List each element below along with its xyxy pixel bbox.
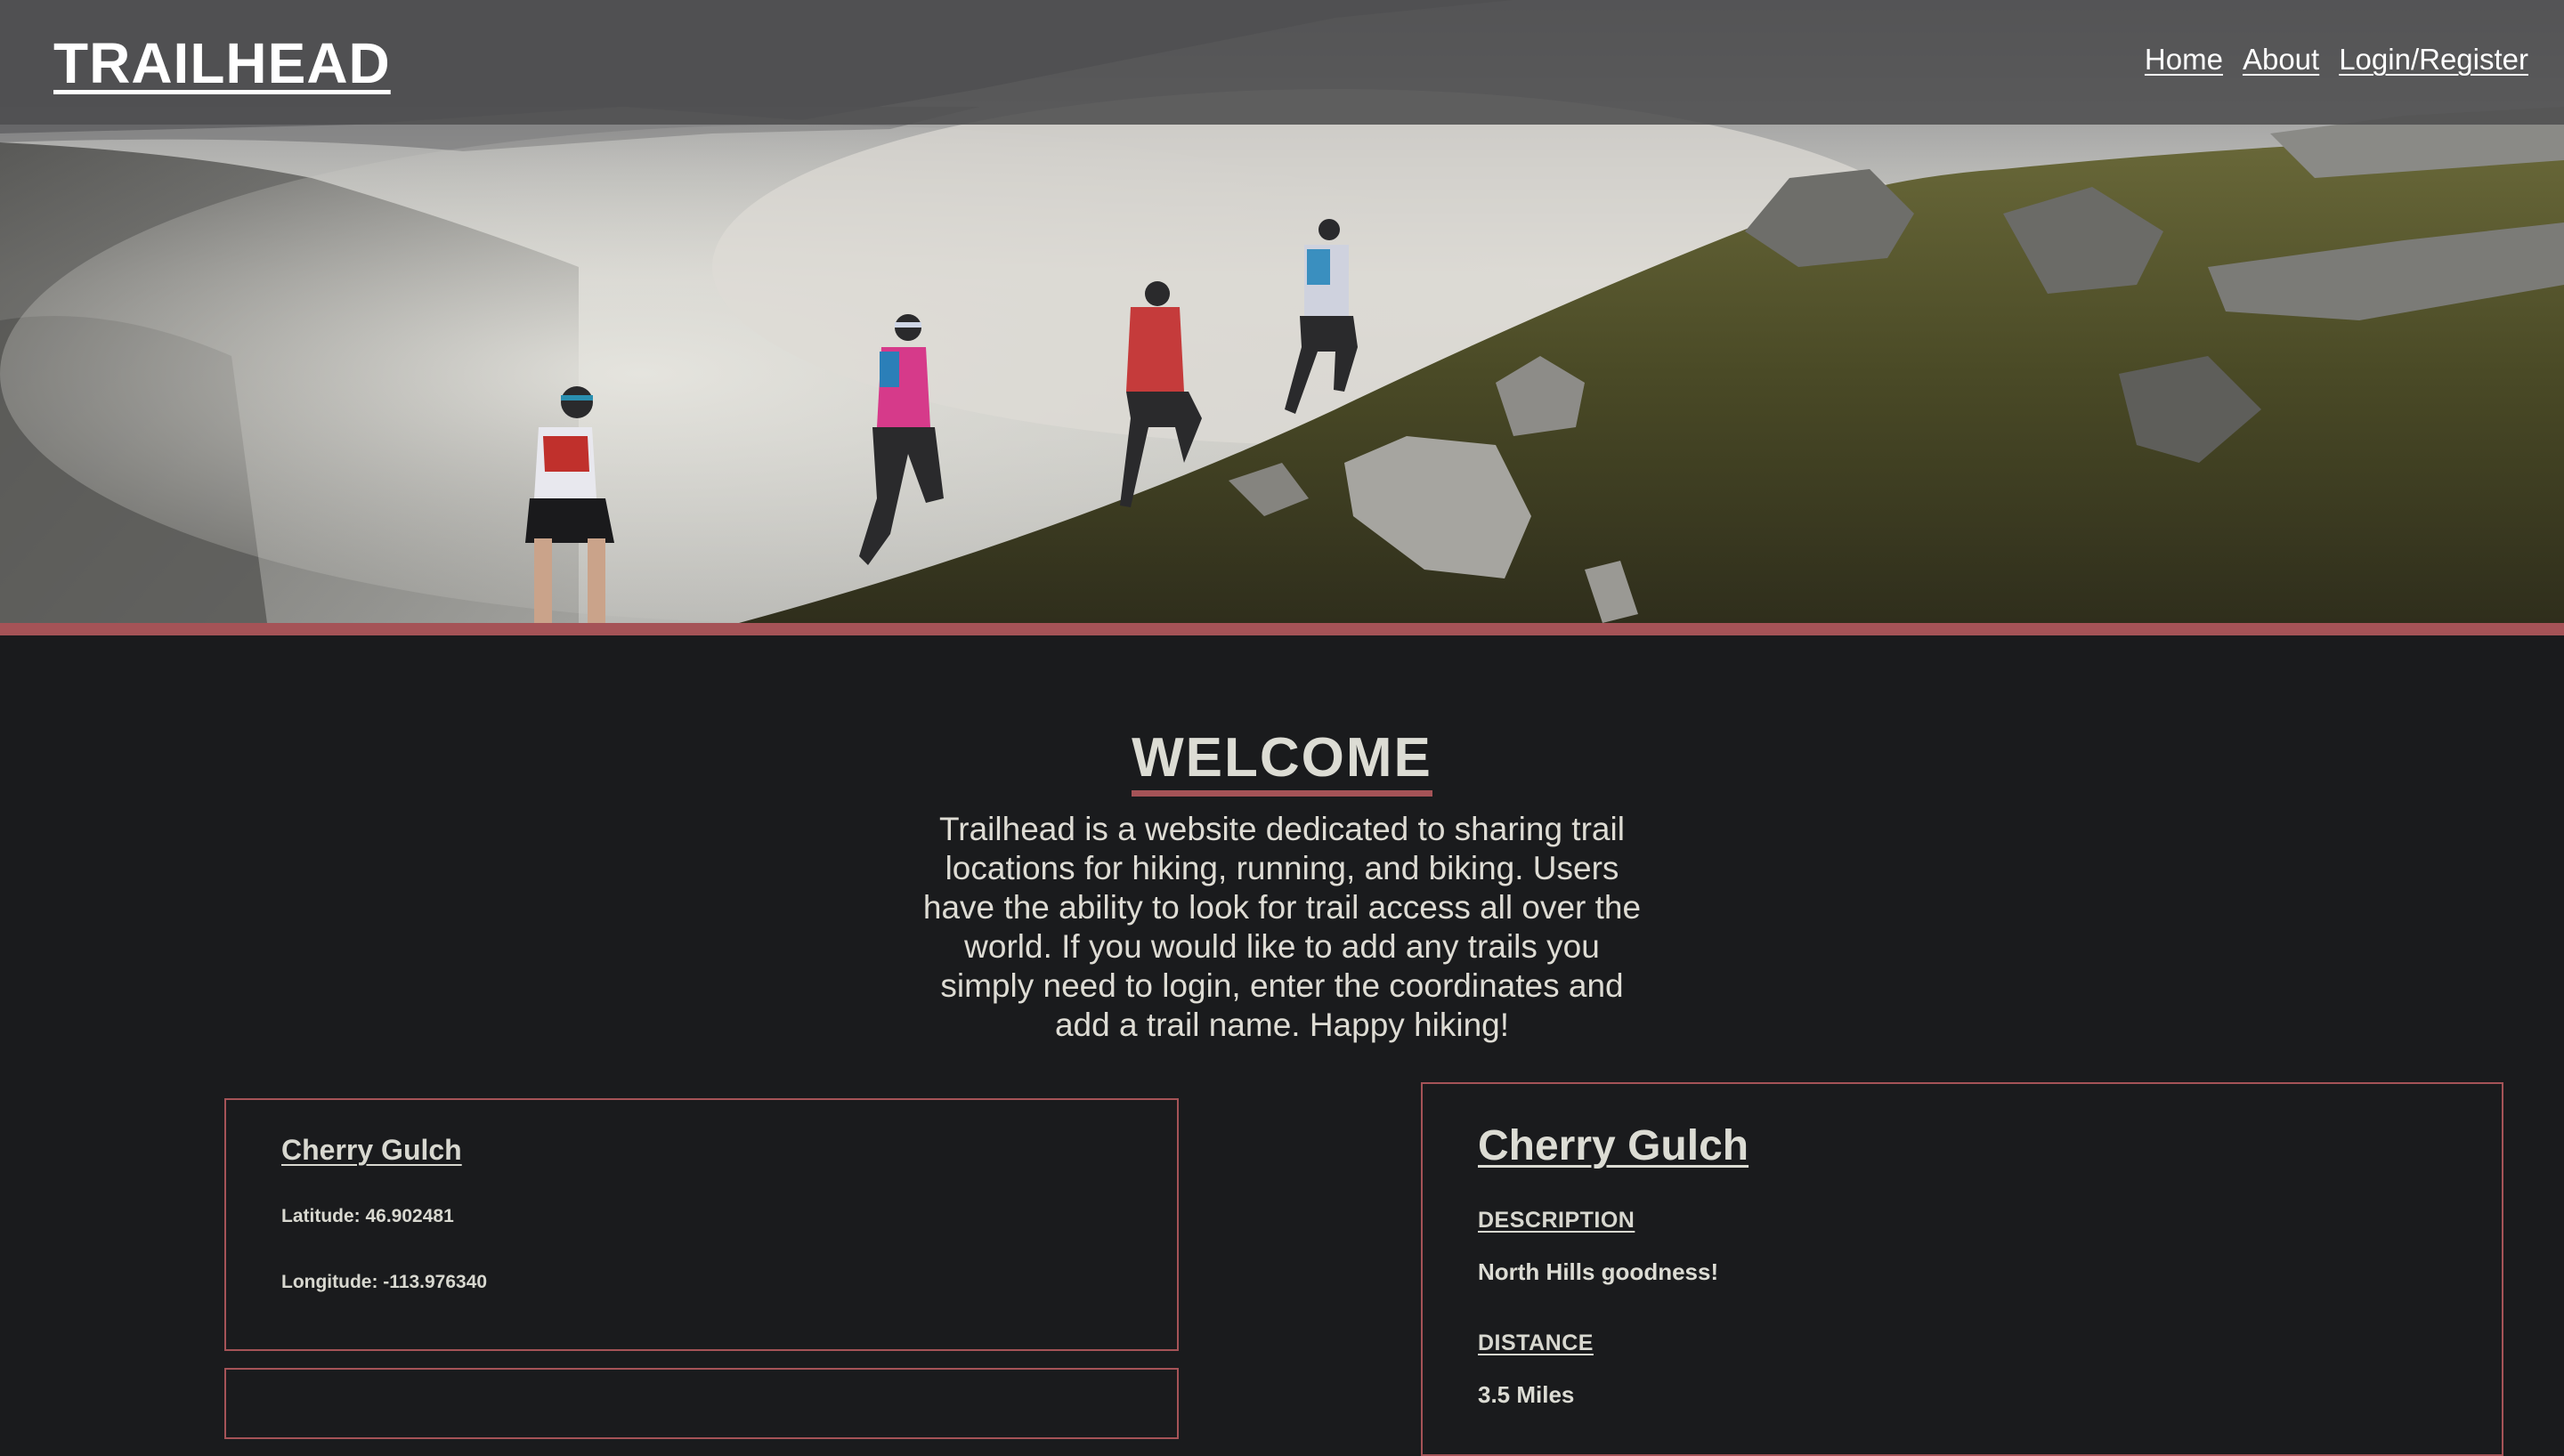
description-label: DESCRIPTION [1478, 1208, 1635, 1233]
welcome-paragraph: Trailhead is a website dedicated to shar… [922, 811, 1642, 1043]
brand-logo-link[interactable]: TRAILHEAD [53, 30, 391, 96]
description-text: North Hills goodness! [1478, 1258, 1719, 1285]
welcome-heading-text: WELCOME [1132, 727, 1432, 797]
trail-latitude: Latitude: 46.902481 [281, 1206, 454, 1226]
distance-label: DISTANCE [1478, 1331, 1594, 1355]
trail-detail-panel: Cherry Gulch DESCRIPTION North Hills goo… [1421, 1082, 2503, 1456]
nav-links: Home About Login/Register [2145, 43, 2528, 77]
trail-longitude: Longitude: -113.976340 [281, 1272, 488, 1292]
trail-card[interactable]: Cherry Gulch Latitude: 46.902481 Longitu… [224, 1098, 1179, 1351]
trail-name-link[interactable]: Cherry Gulch [281, 1134, 462, 1167]
trail-detail-title: Cherry Gulch [1478, 1122, 1749, 1169]
hero-accent-bar [0, 623, 2564, 635]
welcome-heading: WELCOME [0, 726, 2564, 797]
nav-link-login-register[interactable]: Login/Register [2339, 43, 2528, 77]
nav-link-home[interactable]: Home [2145, 43, 2223, 77]
top-navbar: TRAILHEAD Home About Login/Register [0, 0, 2564, 125]
trail-card[interactable] [224, 1368, 1179, 1439]
distance-value: 3.5 Miles [1478, 1381, 1575, 1408]
nav-link-about[interactable]: About [2243, 43, 2319, 77]
